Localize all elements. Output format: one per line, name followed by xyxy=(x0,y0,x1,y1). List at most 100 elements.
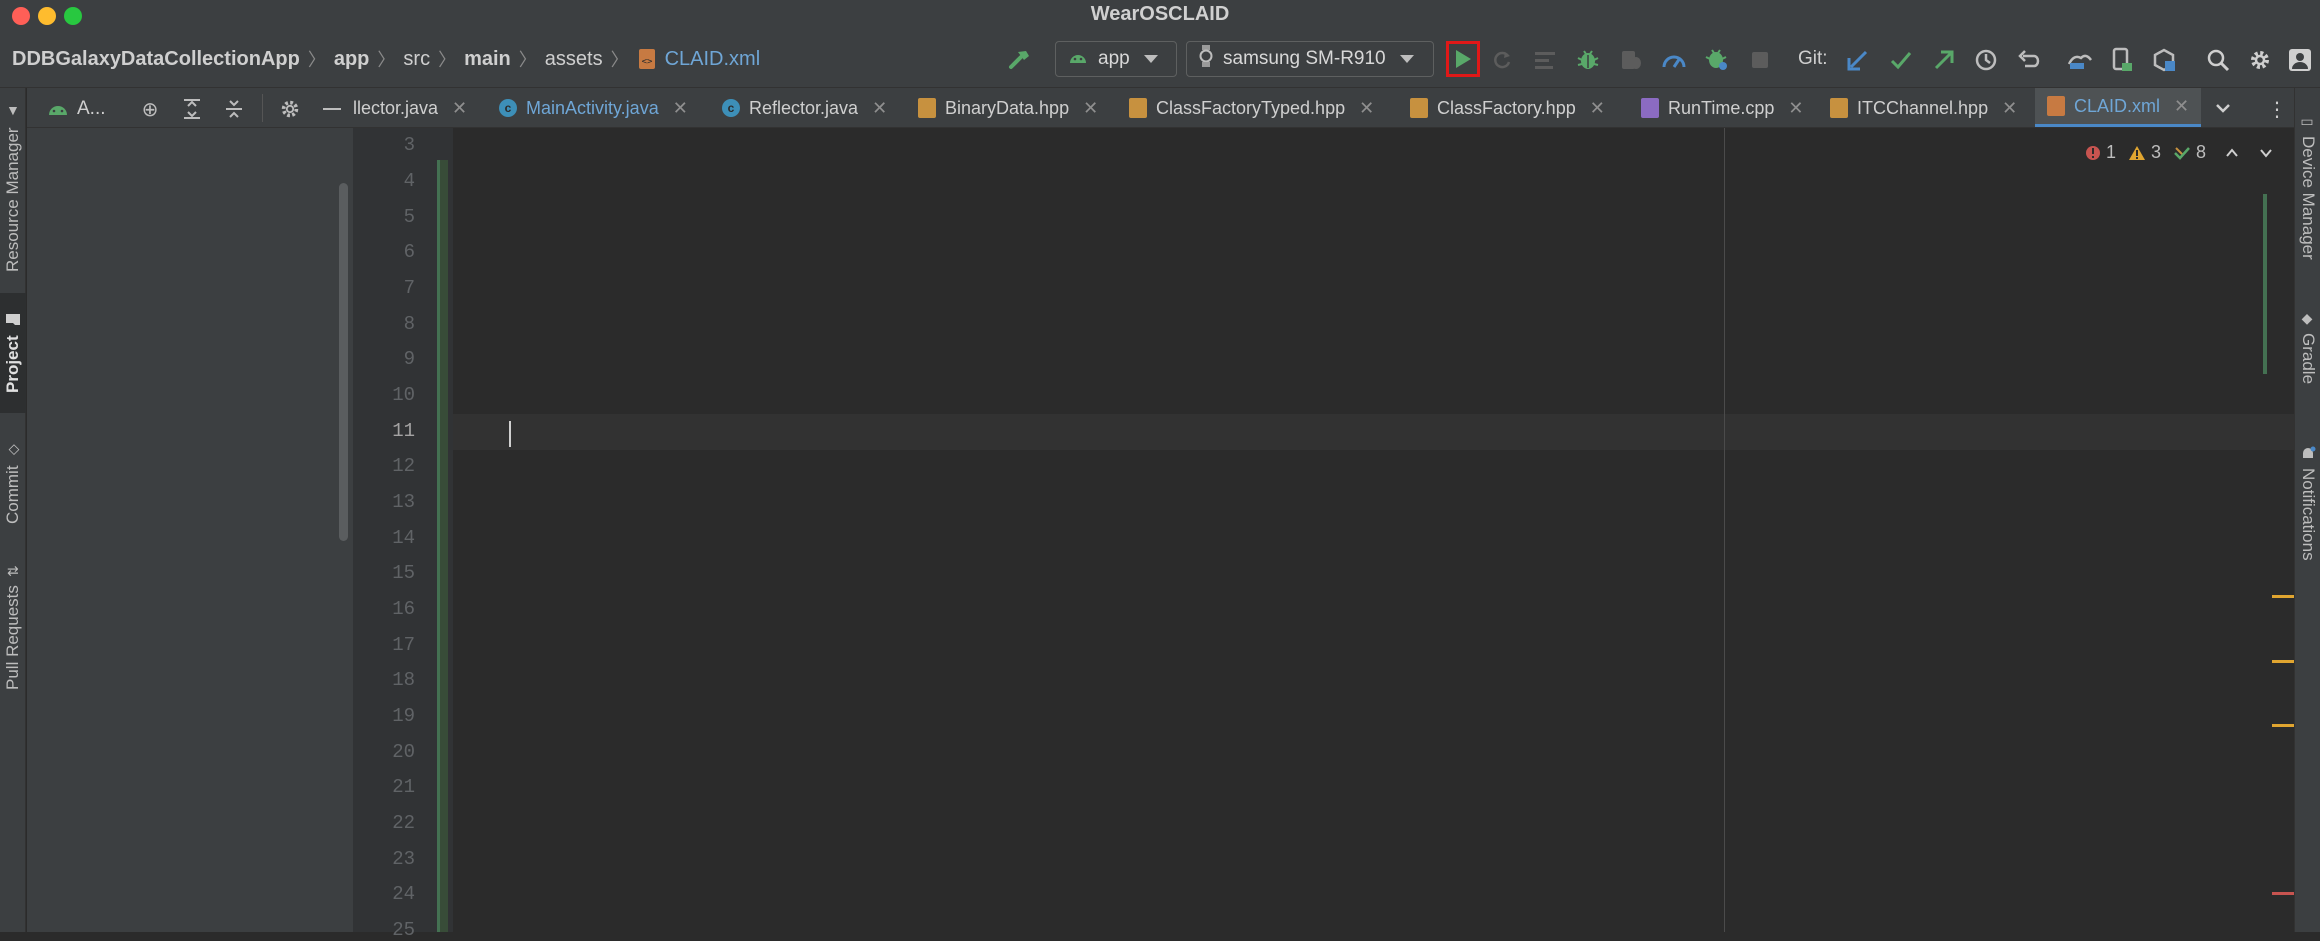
code-editor[interactable]: 1 3 8 xyxy=(453,128,2294,932)
git-update-icon[interactable] xyxy=(1844,46,1872,74)
line-number: 3 xyxy=(403,134,415,156)
rollback-icon[interactable] xyxy=(2014,46,2042,74)
commit-icon: ◇ xyxy=(5,441,21,458)
vcs-change-marker[interactable] xyxy=(437,160,448,932)
close-icon[interactable]: ✕ xyxy=(673,98,688,119)
svg-text:<>: <> xyxy=(641,57,652,67)
hammer-icon[interactable] xyxy=(1006,46,1034,74)
chevron-down-icon[interactable] xyxy=(2258,146,2274,160)
apply-code-changes-icon[interactable] xyxy=(1531,46,1559,74)
line-number: 24 xyxy=(392,883,415,905)
device-select[interactable]: samsung SM-R910 xyxy=(1186,41,1434,77)
device-manager-icon[interactable] xyxy=(2108,46,2136,74)
tab-itc-channel[interactable]: ITCChannel.hpp ✕ xyxy=(1830,88,2017,127)
history-icon[interactable] xyxy=(1972,46,2000,74)
debug-icon[interactable] xyxy=(1574,46,1602,74)
warning-stripe-marker[interactable] xyxy=(2272,595,2294,598)
gear-icon[interactable] xyxy=(277,96,303,122)
breadcrumb-separator: 〉 xyxy=(438,50,457,70)
tab-reflector[interactable]: c Reflector.java ✕ xyxy=(722,88,887,127)
breadcrumb-separator: 〉 xyxy=(307,50,326,70)
tab-class-factory-typed[interactable]: ClassFactoryTyped.hpp ✕ xyxy=(1129,88,1374,127)
warning-stripe-marker[interactable] xyxy=(2272,724,2294,727)
tab-main-activity[interactable]: c MainActivity.java ✕ xyxy=(499,88,688,127)
title-bar: WearOSCLAID xyxy=(0,0,2320,30)
project-panel-scrollbar[interactable] xyxy=(339,183,348,541)
chevron-down-icon xyxy=(1399,55,1414,63)
profile-icon[interactable] xyxy=(1660,46,1688,74)
breadcrumb-item-assets[interactable]: assets xyxy=(545,48,603,71)
tool-tab-device-manager[interactable]: ▭ Device Manager xyxy=(2295,102,2320,272)
line-number: 17 xyxy=(392,634,415,656)
breadcrumb-item-app[interactable]: app xyxy=(334,48,370,71)
android-icon xyxy=(49,106,67,115)
project-view-selector[interactable]: A... xyxy=(47,98,106,120)
current-line-highlight xyxy=(453,414,2294,450)
close-icon[interactable]: ✕ xyxy=(452,98,467,119)
close-icon[interactable]: ✕ xyxy=(872,98,887,119)
debug-settings-icon[interactable] xyxy=(1703,46,1731,74)
attach-debugger-icon[interactable] xyxy=(1617,46,1645,74)
expand-all-icon[interactable] xyxy=(179,96,205,122)
run-config-select[interactable]: app xyxy=(1055,41,1177,77)
resource-manager-icon: ▲ xyxy=(5,103,21,120)
close-icon[interactable]: ✕ xyxy=(2174,96,2189,117)
inspection-widget[interactable]: 1 3 8 xyxy=(2085,142,2274,163)
breadcrumb-item-project[interactable]: DDBGalaxyDataCollectionApp xyxy=(12,48,300,71)
account-icon[interactable] xyxy=(2286,46,2314,74)
scrollbar-change-marker[interactable] xyxy=(2263,194,2267,374)
apply-changes-icon[interactable] xyxy=(1488,46,1516,74)
line-number: 23 xyxy=(392,848,415,870)
close-icon[interactable]: ✕ xyxy=(1359,98,1374,119)
close-icon[interactable]: ✕ xyxy=(1788,98,1803,119)
tool-tab-gradle[interactable]: ◆ Gradle xyxy=(2295,298,2320,398)
tool-tab-pull-requests[interactable]: Pull Requests ⇅ xyxy=(0,553,26,703)
tool-tab-commit[interactable]: Commit ◇ xyxy=(0,433,26,533)
cpp-file-icon xyxy=(1641,98,1659,118)
warning-icon xyxy=(2129,145,2146,160)
tool-tab-notifications[interactable]: Notifications xyxy=(2295,418,2320,588)
tab-runtime[interactable]: RunTime.cpp ✕ xyxy=(1641,88,1803,127)
tab-reflector-partial[interactable]: llector.java ✕ xyxy=(353,88,467,127)
hide-panel-icon[interactable] xyxy=(319,96,345,122)
tab-claid-xml[interactable]: CLAID.xml ✕ xyxy=(2035,88,2202,127)
breadcrumb-item-src[interactable]: src xyxy=(403,48,430,71)
search-icon[interactable] xyxy=(2204,46,2232,74)
line-number: 12 xyxy=(392,455,415,477)
tool-tab-resource-manager[interactable]: Resource Manager ▲ xyxy=(0,98,26,278)
warning-stripe-marker[interactable] xyxy=(2272,660,2294,663)
gear-icon[interactable] xyxy=(2246,46,2274,74)
run-button[interactable] xyxy=(1446,41,1480,77)
device-mirror-icon[interactable] xyxy=(2066,46,2094,74)
breadcrumb-item-file[interactable]: CLAID.xml xyxy=(665,48,761,71)
git-push-icon[interactable] xyxy=(1930,46,1958,74)
tab-list-chevron-down-icon[interactable] xyxy=(2213,98,2233,123)
gradle-elephant-icon: ◆ xyxy=(2300,311,2316,328)
header-file-icon xyxy=(918,98,936,118)
android-icon xyxy=(1068,49,1088,70)
breadcrumb-item-main[interactable]: main xyxy=(464,48,511,71)
tab-binary-data[interactable]: BinaryData.hpp ✕ xyxy=(918,88,1098,127)
git-commit-icon[interactable] xyxy=(1887,46,1915,74)
chevron-up-icon[interactable] xyxy=(2224,146,2240,160)
locate-file-icon[interactable]: ⊕ xyxy=(137,96,163,122)
line-number: 10 xyxy=(392,384,415,406)
text-caret xyxy=(509,421,511,447)
error-count: 1 xyxy=(2106,142,2117,162)
weak-warning-count: 8 xyxy=(2196,142,2207,162)
divider xyxy=(262,94,263,122)
breadcrumb: DDBGalaxyDataCollectionApp 〉 app 〉 src 〉… xyxy=(12,46,760,72)
line-number: 20 xyxy=(392,741,415,763)
tool-tab-project[interactable]: Project xyxy=(0,293,26,413)
git-label: Git: xyxy=(1798,48,1828,69)
stop-icon[interactable] xyxy=(1746,46,1774,74)
close-icon[interactable]: ✕ xyxy=(1083,98,1098,119)
line-number: 7 xyxy=(403,277,415,299)
error-stripe-marker[interactable] xyxy=(2272,892,2294,895)
close-icon[interactable]: ✕ xyxy=(2002,98,2017,119)
collapse-all-icon[interactable] xyxy=(221,96,247,122)
sdk-manager-icon[interactable] xyxy=(2150,46,2178,74)
tab-class-factory[interactable]: ClassFactory.hpp ✕ xyxy=(1410,88,1605,127)
close-icon[interactable]: ✕ xyxy=(1590,98,1605,119)
more-actions-icon[interactable]: ⋮ xyxy=(2267,97,2287,122)
